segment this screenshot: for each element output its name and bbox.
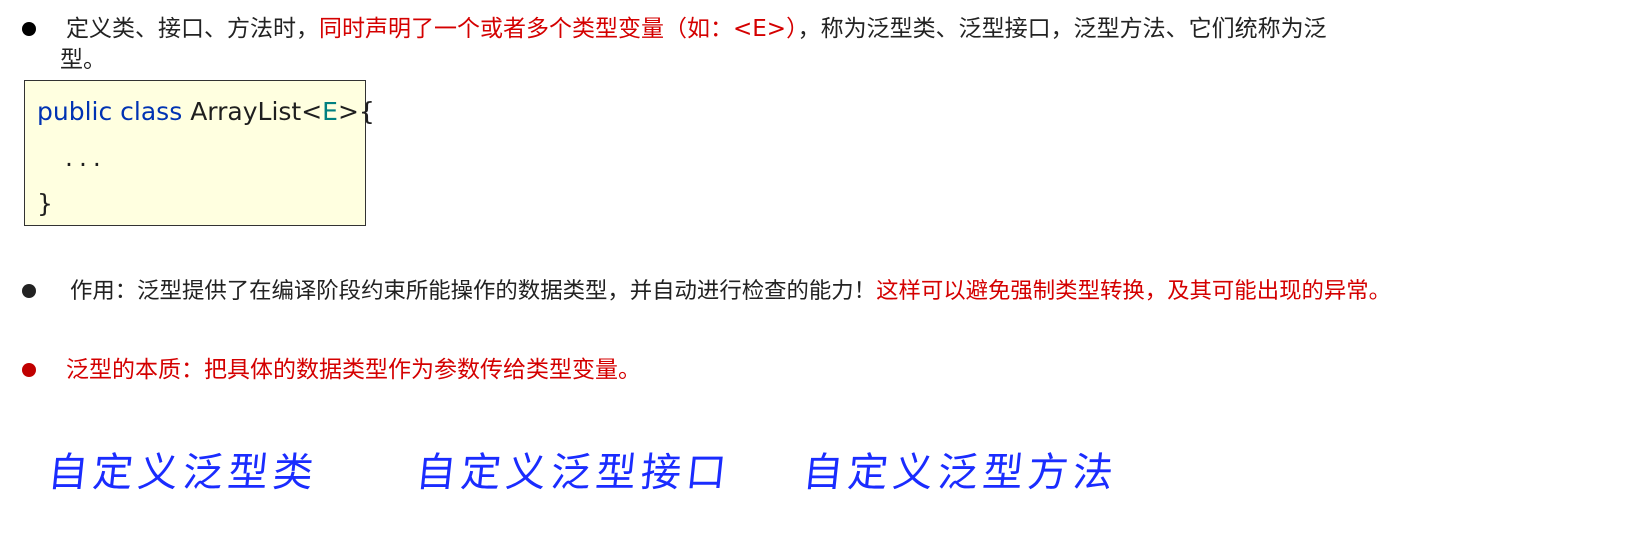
purpose-intro: 作用：泛型提供了在编译阶段约束所能操作的数据类型，并自动进行检查的能力！ [70, 278, 877, 304]
handwritten-generic-class: 自定义泛型类 [45, 450, 321, 496]
definition-highlight: 同时声明了一个或者多个类型变量（如：<E>） [319, 16, 798, 42]
bullet-point-1 [22, 22, 36, 36]
code-example-box: public class ArrayList<E>{ ... } [24, 80, 375, 226]
definition-line: 定义类、接口、方法时，同时声明了一个或者多个类型变量（如：<E>），称为泛型类、… [66, 14, 1327, 45]
code-keyword: public class [37, 97, 183, 126]
code-type-param: E [322, 97, 338, 126]
code-ellipsis: ... [65, 143, 107, 172]
essence-line: 泛型的本质：把具体的数据类型作为参数传给类型变量。 [66, 357, 641, 383]
purpose-highlight: 这样可以避免强制类型转换，及其可能出现的异常。 [876, 278, 1392, 304]
code-line-declaration: public class ArrayList<E>{ [37, 97, 375, 127]
bullet-point-3 [22, 363, 36, 377]
code-open-brace: >{ [337, 97, 375, 126]
handwritten-generic-method: 自定义泛型方法 [800, 450, 1121, 496]
purpose-line: 作用：泛型提供了在编译阶段约束所能操作的数据类型，并自动进行检查的能力！这样可以… [70, 276, 1391, 307]
definition-tail: ，称为泛型类、泛型接口，泛型方法、它们统称为泛 [797, 16, 1327, 42]
handwritten-generic-interface: 自定义泛型接口 [413, 450, 734, 496]
code-close-brace: } [37, 189, 53, 218]
bullet-point-2 [22, 284, 36, 298]
definition-intro: 定义类、接口、方法时， [66, 16, 319, 42]
definition-wrap: 型。 [60, 47, 106, 73]
code-class-name: ArrayList< [190, 97, 323, 126]
